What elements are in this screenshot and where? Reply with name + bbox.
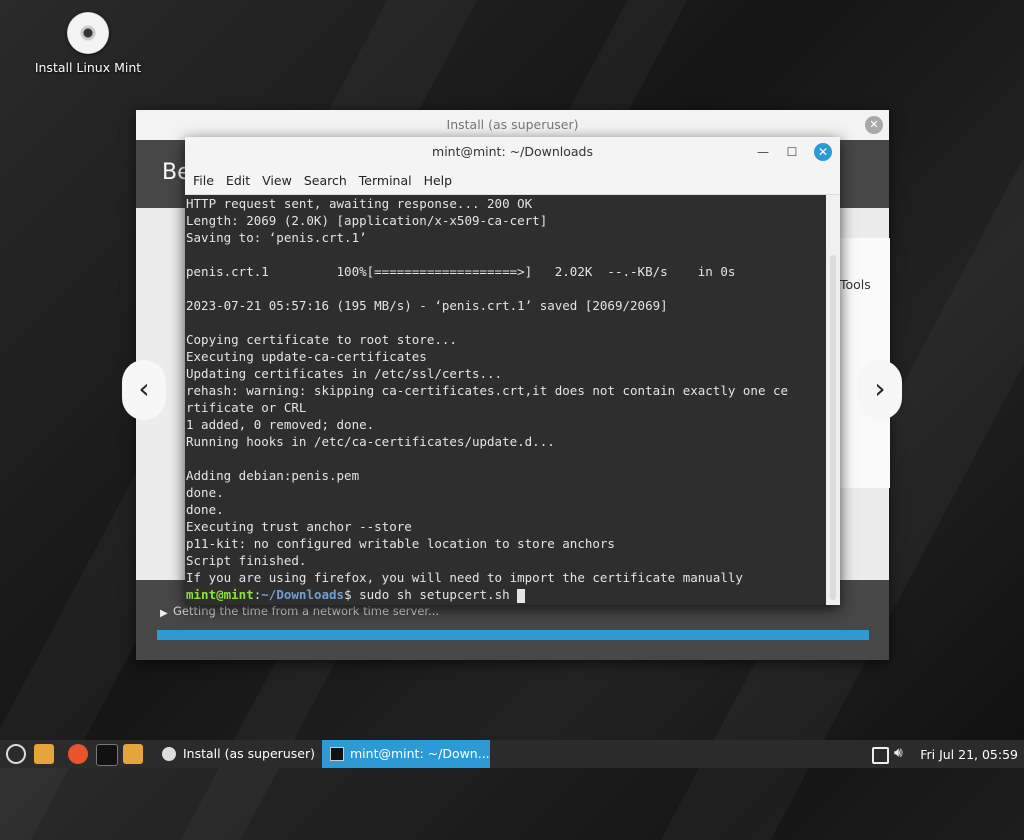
terminal-title: mint@mint: ~/Downloads	[432, 144, 593, 159]
maximize-icon[interactable]: ☐	[783, 143, 801, 161]
desktop-icon-label: Install Linux Mint	[34, 60, 142, 75]
terminal-line: rtificate or CRL	[186, 400, 307, 415]
terminal-launcher-icon[interactable]	[96, 744, 118, 766]
menu-edit[interactable]: Edit	[220, 167, 256, 194]
menu-file[interactable]: File	[187, 167, 220, 194]
taskbar-window-installer[interactable]: Install (as superuser)	[155, 740, 320, 768]
disc-icon	[162, 747, 176, 761]
terminal-scrollbar[interactable]	[830, 255, 836, 600]
volume-icon[interactable]: 🔊︎	[894, 745, 903, 761]
close-icon[interactable]: ✕	[814, 143, 832, 161]
desktop-icon-install-linux-mint[interactable]: Install Linux Mint	[30, 12, 146, 75]
terminal-line: done.	[186, 485, 224, 500]
terminal-window: mint@mint: ~/Downloads — ☐ ✕ File Edit Vie…	[185, 137, 840, 605]
terminal-lines: HTTP request sent, awaiting response... …	[186, 195, 826, 586]
terminal-line: penis.crt.1 100%[===================>] 2…	[186, 264, 736, 279]
taskbar-window-label: mint@mint: ~/Down...	[350, 746, 490, 761]
text-cursor	[517, 588, 526, 603]
terminal-line: Running hooks in /etc/ca-certificates/up…	[186, 434, 555, 449]
network-icon[interactable]	[872, 747, 889, 764]
disc-icon	[67, 12, 109, 54]
firefox-icon[interactable]	[68, 744, 88, 764]
prompt-user: mint@mint	[186, 587, 254, 602]
slideshow-prev-button[interactable]: ‹	[122, 360, 166, 420]
expand-triangle-icon[interactable]: ▶	[160, 608, 168, 619]
mint-menu-icon[interactable]	[6, 744, 26, 764]
taskbar-window-terminal[interactable]: mint@mint: ~/Down...	[322, 740, 490, 768]
menu-terminal[interactable]: Terminal	[353, 167, 418, 194]
terminal-line: Copying certificate to root store...	[186, 332, 457, 347]
installer-progress-bar	[157, 630, 869, 640]
menu-help[interactable]: Help	[418, 167, 459, 194]
installer-title: Install (as superuser)	[136, 110, 889, 140]
clock[interactable]: Fri Jul 21, 05:59	[920, 747, 1018, 762]
minimize-icon[interactable]: —	[754, 143, 772, 161]
menu-view[interactable]: View	[256, 167, 298, 194]
terminal-line: Executing trust anchor --store	[186, 519, 412, 534]
terminal-line: 1 added, 0 removed; done.	[186, 417, 375, 432]
files-icon[interactable]	[123, 744, 143, 764]
slide-tools-label: Tools	[840, 277, 871, 292]
terminal-prompt-line: mint@mint:~/Downloads$ sudo sh setupcert…	[186, 586, 826, 603]
slideshow-next-button[interactable]: ›	[858, 360, 902, 420]
terminal-output[interactable]: HTTP request sent, awaiting response... …	[186, 195, 826, 605]
taskbar-window-label: Install (as superuser)	[183, 746, 315, 761]
terminal-line: Adding debian:penis.pem	[186, 468, 360, 483]
command-text: sudo sh setupcert.sh	[359, 587, 518, 602]
terminal-line: HTTP request sent, awaiting response... …	[186, 196, 533, 211]
taskbar: Install (as superuser) mint@mint: ~/Down…	[0, 740, 1024, 768]
installer-close-button[interactable]: ✕	[865, 116, 883, 134]
installer-progress-fill	[157, 630, 869, 640]
terminal-line: Length: 2069 (2.0K) [application/x-x509-…	[186, 213, 548, 228]
terminal-line: Saving to: ‘penis.crt.1’	[186, 230, 367, 245]
terminal-line: done.	[186, 502, 224, 517]
terminal-icon	[330, 747, 344, 761]
terminal-line: p11-kit: no configured writable location…	[186, 536, 615, 551]
menu-search[interactable]: Search	[298, 167, 353, 194]
folder-icon[interactable]	[34, 744, 54, 764]
terminal-line: If you are using firefox, you will need …	[186, 570, 743, 585]
prompt-path: ~/Downloads	[261, 587, 345, 602]
terminal-line: Script finished.	[186, 553, 307, 568]
terminal-line: rehash: warning: skipping ca-certificate…	[186, 383, 789, 398]
terminal-line: Executing update-ca-certificates	[186, 349, 427, 364]
terminal-line: 2023-07-21 05:57:16 (195 MB/s) - ‘penis.…	[186, 298, 668, 313]
terminal-titlebar[interactable]: mint@mint: ~/Downloads — ☐ ✕	[185, 137, 840, 167]
installer-status: Getting the time from a network time ser…	[173, 604, 440, 618]
terminal-menubar: File Edit View Search Terminal Help	[185, 167, 840, 195]
prompt-symbol: $	[344, 587, 360, 602]
terminal-line: Updating certificates in /etc/ssl/certs.…	[186, 366, 503, 381]
